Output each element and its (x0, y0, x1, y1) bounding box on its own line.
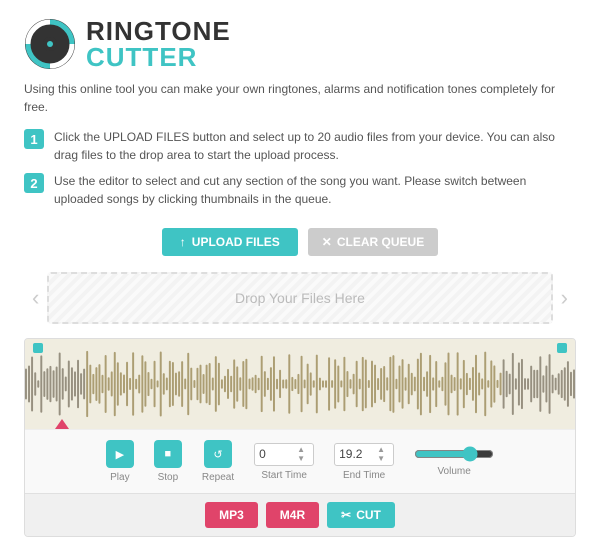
play-icon: ▶ (116, 448, 124, 461)
drop-zone[interactable]: Drop Your Files Here (47, 272, 552, 324)
intro-text: Using this online tool you can make your… (24, 80, 576, 116)
end-time-down[interactable]: ▼ (377, 455, 385, 463)
volume-control: Volume (414, 446, 494, 477)
end-time-control: ▲ ▼ End Time (334, 443, 394, 481)
start-time-input[interactable] (259, 447, 297, 461)
end-time-label: End Time (343, 470, 385, 481)
volume-label: Volume (437, 466, 470, 477)
waveform-area[interactable]: // We'll generate this via JS below (25, 339, 575, 429)
format-row: MP3 M4R ✂ CUT (25, 493, 575, 536)
volume-slider[interactable] (414, 446, 494, 462)
logo-icon (24, 18, 76, 70)
upload-icon: ↑ (180, 235, 186, 249)
stop-icon: ■ (165, 448, 172, 460)
step-2: 2 Use the editor to select and cut any s… (24, 172, 576, 208)
cut-button[interactable]: ✂ CUT (327, 502, 395, 528)
drop-nav-right[interactable]: › (553, 285, 576, 311)
play-button[interactable]: ▶ (106, 440, 134, 468)
start-time-input-box: ▲ ▼ (254, 443, 314, 466)
drop-zone-wrapper: ‹ Drop Your Files Here › (24, 272, 576, 324)
repeat-control: ↺ Repeat (202, 440, 234, 483)
step-2-number: 2 (24, 173, 44, 193)
start-time-spinners: ▲ ▼ (297, 446, 305, 463)
controls-row: ▶ Play ■ Stop ↺ Repeat (25, 429, 575, 493)
mp3-button[interactable]: MP3 (205, 502, 258, 528)
cut-label: CUT (356, 508, 381, 522)
steps: 1 Click the UPLOAD FILES button and sele… (24, 128, 576, 208)
step-1: 1 Click the UPLOAD FILES button and sele… (24, 128, 576, 164)
logo-text-block: RINGTONE CUTTER (86, 18, 231, 70)
waveform-svg: // We'll generate this via JS below (25, 339, 575, 429)
waveform-handle-right[interactable] (557, 343, 567, 353)
step-1-number: 1 (24, 129, 44, 149)
cut-icon: ✂ (341, 508, 351, 522)
page-wrapper: RINGTONE CUTTER Using this online tool y… (0, 0, 600, 557)
logo-ringtone-text: RINGTONE (86, 18, 231, 44)
end-time-input-box: ▲ ▼ (334, 443, 394, 466)
start-time-label: Start Time (261, 470, 307, 481)
header: RINGTONE CUTTER (24, 18, 576, 70)
start-time-up[interactable]: ▲ (297, 446, 305, 454)
end-time-up[interactable]: ▲ (377, 446, 385, 454)
play-label: Play (110, 472, 129, 483)
drop-nav-left[interactable]: ‹ (24, 285, 47, 311)
buttons-row: ↑ UPLOAD FILES ✕ CLEAR QUEUE (24, 228, 576, 256)
upload-files-label: UPLOAD FILES (192, 235, 280, 249)
step-1-text: Click the UPLOAD FILES button and select… (54, 128, 576, 164)
repeat-label: Repeat (202, 472, 234, 483)
waveform-editor: // We'll generate this via JS below ▶ Pl… (24, 338, 576, 537)
repeat-icon: ↺ (213, 448, 222, 461)
stop-control: ■ Stop (154, 440, 182, 483)
end-time-spinners: ▲ ▼ (377, 446, 385, 463)
stop-label: Stop (158, 472, 179, 483)
clear-queue-button[interactable]: ✕ CLEAR QUEUE (308, 228, 438, 256)
clear-icon: ✕ (322, 235, 332, 249)
start-time-control: ▲ ▼ Start Time (254, 443, 314, 481)
start-time-down[interactable]: ▼ (297, 455, 305, 463)
waveform-handle-left[interactable] (33, 343, 43, 353)
drop-zone-text: Drop Your Files Here (235, 290, 365, 306)
stop-button[interactable]: ■ (154, 440, 182, 468)
repeat-button[interactable]: ↺ (204, 440, 232, 468)
clear-queue-label: CLEAR QUEUE (337, 235, 424, 249)
m4r-button[interactable]: M4R (266, 502, 319, 528)
end-time-input[interactable] (339, 447, 377, 461)
play-control: ▶ Play (106, 440, 134, 483)
step-2-text: Use the editor to select and cut any sec… (54, 172, 576, 208)
logo-cutter-text: CUTTER (86, 44, 231, 70)
waveform-marker[interactable] (55, 419, 69, 429)
upload-files-button[interactable]: ↑ UPLOAD FILES (162, 228, 298, 256)
